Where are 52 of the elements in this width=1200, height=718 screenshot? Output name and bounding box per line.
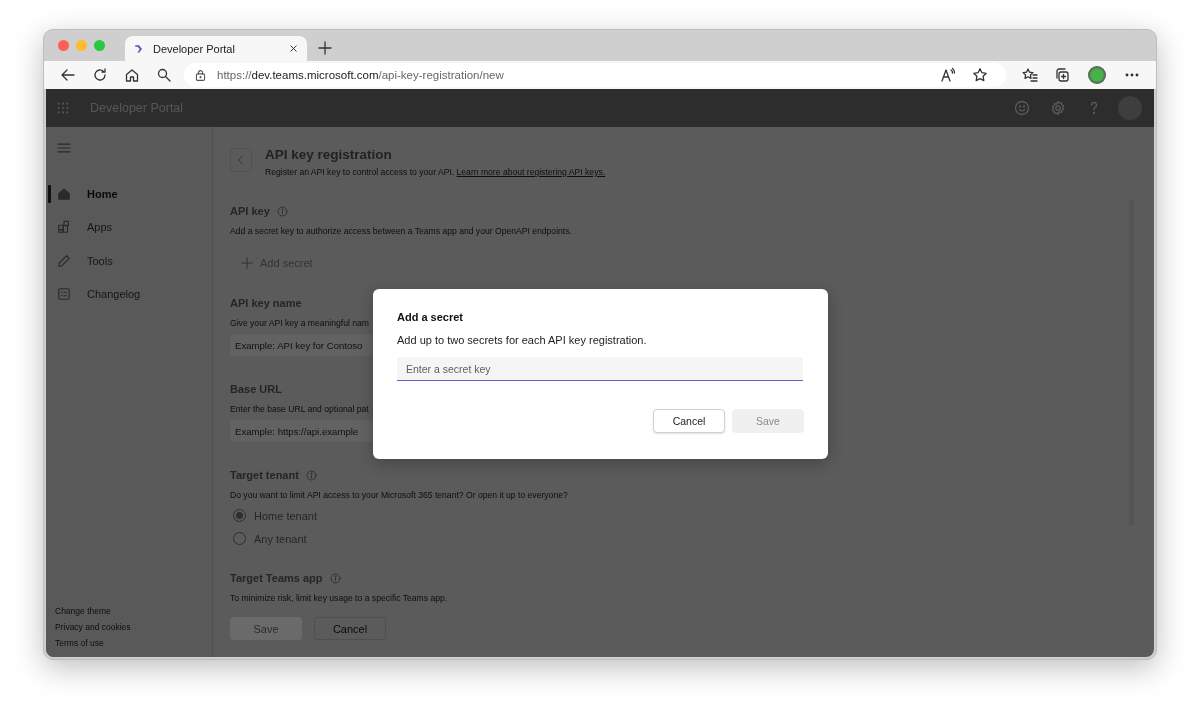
footer-link[interactable]: Terms of use [46,635,212,651]
sidebar-item[interactable]: Apps [46,210,212,244]
search-icon[interactable] [156,67,172,83]
section-description: Enter the base URL and optional pat [230,404,370,414]
sidebar-item[interactable]: Changelog [46,277,212,311]
address-bar[interactable]: https://dev.teams.microsoft.com/api-key-registration/new [184,63,1006,87]
smiley-icon[interactable] [1014,100,1030,116]
pencil-icon [57,253,71,268]
sidebar-item[interactable]: Tools [46,244,212,278]
page-subtitle: Register an API key to control access to your API. [265,167,456,177]
tab-favicon-icon [133,42,145,55]
browser-tab[interactable]: Developer Portal [125,36,307,61]
reload-icon[interactable] [92,67,108,83]
section-description: Add a secret key to authorize access between a Teams app and your OpenAPI endpoints. [230,226,573,236]
star-icon[interactable] [972,67,988,83]
cancel-button[interactable]: Cancel [314,617,386,640]
dialog-title: Add a secret [397,311,465,323]
footer-link[interactable]: Change theme [46,603,212,619]
collections-icon[interactable] [1054,67,1070,83]
zoom-window-button[interactable] [94,40,105,51]
section-description: To minimize risk, limit key usage to a specific Teams app. [230,593,449,603]
url-text: https://dev.teams.microsoft.com/api-key-registration/new [217,69,504,81]
plus-icon [240,256,254,270]
footer-link[interactable]: Privacy and cookies [46,619,212,635]
close-tab-icon[interactable] [288,43,299,54]
menu-icon[interactable] [57,141,71,155]
info-icon[interactable] [276,205,288,217]
app-launcher-icon[interactable] [56,101,70,115]
profile-avatar[interactable] [1088,66,1106,84]
secret-key-field[interactable]: Enter a secret key [397,357,803,381]
read-aloud-icon[interactable] [940,67,956,83]
apps-icon [57,220,71,235]
input-field[interactable]: Example: https://api.example [230,420,374,442]
dialog-description: Add up to two secrets for each API key registration. [397,334,648,346]
home-icon [57,186,71,201]
input-field[interactable]: Example: API key for Contoso [230,334,374,356]
info-icon[interactable] [305,469,317,481]
new-tab-icon[interactable] [317,40,333,56]
lock-icon[interactable] [194,68,207,82]
section-description: Do you want to limit API access to your Microsoft 365 tenant? Or open it up to everyone? [230,490,569,500]
home-icon[interactable] [124,67,140,83]
learn-more-link[interactable]: Learn more about registering API keys. [456,167,606,177]
settings-icon[interactable] [1050,100,1066,116]
info-icon[interactable] [329,572,341,584]
page-title: API key registration [265,147,393,162]
favorites-icon[interactable] [1022,67,1038,83]
cancel-button[interactable]: Cancel [653,409,725,433]
back-icon[interactable] [60,67,76,83]
close-window-button[interactable] [58,40,69,51]
minimize-window-button[interactable] [76,40,87,51]
checklist-icon [57,287,71,302]
sidebar-item[interactable]: Home [46,177,212,211]
